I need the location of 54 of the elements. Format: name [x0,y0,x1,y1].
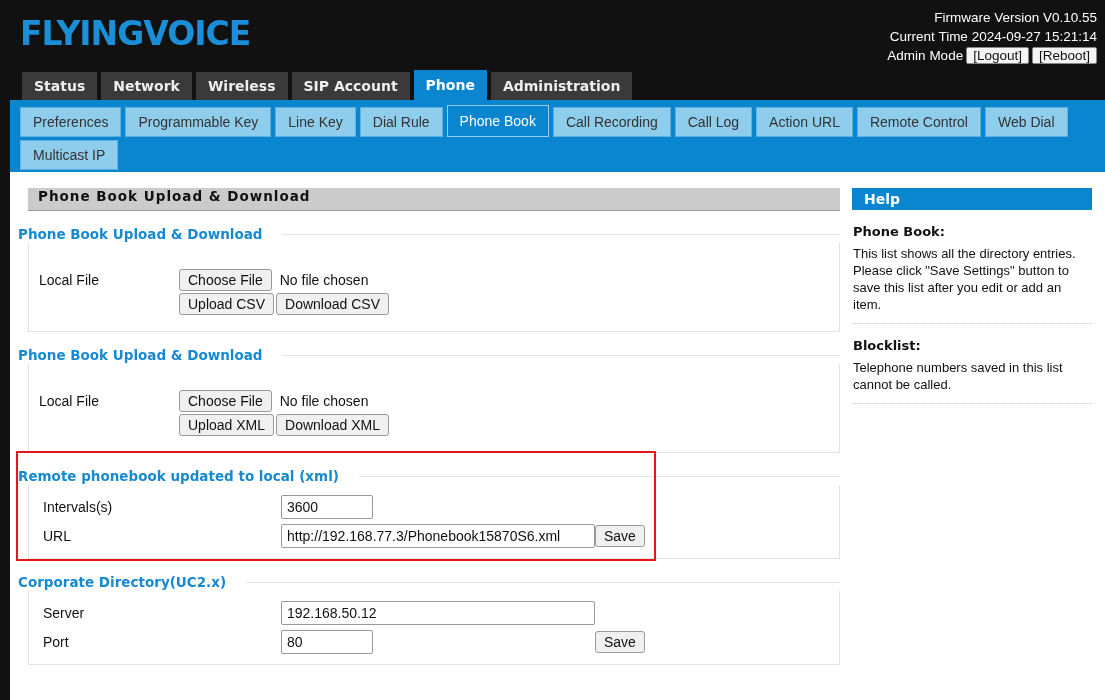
nav-tab[interactable]: Phone [413,70,487,100]
section-title: Phone Book Upload & Download [28,188,840,211]
action-button[interactable]: Download XML [276,414,389,436]
sub-tab[interactable]: Multicast IP [20,140,119,170]
sub-tab[interactable]: Phone Book [446,105,549,137]
choose-file-button[interactable]: Choose File [179,269,272,291]
field-label: Intervals(s) [43,499,114,515]
nav-tab[interactable]: Network [101,72,192,100]
header-button[interactable]: [Logout] [966,47,1029,64]
sub-tab[interactable]: Web Dial [984,107,1068,137]
action-button[interactable]: Download CSV [276,293,389,315]
group-title: Phone Book Upload & Download [18,226,263,242]
text-field[interactable]: http://192.168.77.3/Phonebook15870S6.xml [281,524,595,548]
nav-tab[interactable]: SIP Account [291,72,410,100]
field-label: Local File [39,271,100,290]
field-label: Port [43,634,70,650]
help-text: Please click "Save Settings" button to save this list after you edit or add an item. [853,262,1070,313]
file-status: No file chosen [279,272,369,288]
nav-tab[interactable]: Wireless [195,72,288,100]
sub-tab[interactable]: Call Recording [552,107,671,137]
header-button[interactable]: [Reboot] [1031,47,1097,64]
help-heading: Phone Book: [853,224,946,239]
sub-tab[interactable]: Remote Control [856,107,981,137]
nav-tab[interactable]: Administration [490,72,633,100]
help-heading: Blocklist: [853,338,922,353]
sub-tab[interactable]: Call Log [674,107,753,137]
text-field[interactable]: 80 [281,630,373,654]
admin-mode: Admin Mode [887,48,964,63]
help-text: Telephone numbers saved in this list cannot be called. [853,359,1064,393]
file-status: No file chosen [279,393,369,409]
firmware-version: Firmware Version V0.10.55 [933,9,1097,27]
sub-tab[interactable]: Dial Rule [359,107,443,137]
field-label: URL [43,528,72,544]
action-button[interactable]: Upload CSV [179,293,275,315]
group-title: Remote phonebook updated to local (xml) [18,468,339,484]
save-button[interactable]: Save [595,525,645,547]
field-label: Local File [39,392,100,411]
save-button[interactable]: Save [595,631,645,653]
logo: FLYINGVOICE [20,14,251,54]
text-field[interactable]: 192.168.50.12 [281,601,595,625]
help-title: Help [852,188,1092,210]
sub-tab[interactable]: Programmable Key [125,107,272,137]
help-text: This list shows all the directory entries. [853,245,1077,262]
nav-tab[interactable]: Status [22,72,98,100]
action-button[interactable]: Upload XML [179,414,275,436]
group-title: Corporate Directory(UC2.x) [18,574,227,590]
group-title: Phone Book Upload & Download [18,347,263,363]
sub-tab[interactable]: Preferences [20,107,122,137]
sub-tab[interactable]: Action URL [756,107,853,137]
current-time: Current Time 2024-09-27 15:21:14 [888,28,1097,46]
sub-tab[interactable]: Line Key [275,107,356,137]
text-field[interactable]: 3600 [281,495,373,519]
field-label: Server [43,605,86,621]
choose-file-button[interactable]: Choose File [179,390,272,412]
